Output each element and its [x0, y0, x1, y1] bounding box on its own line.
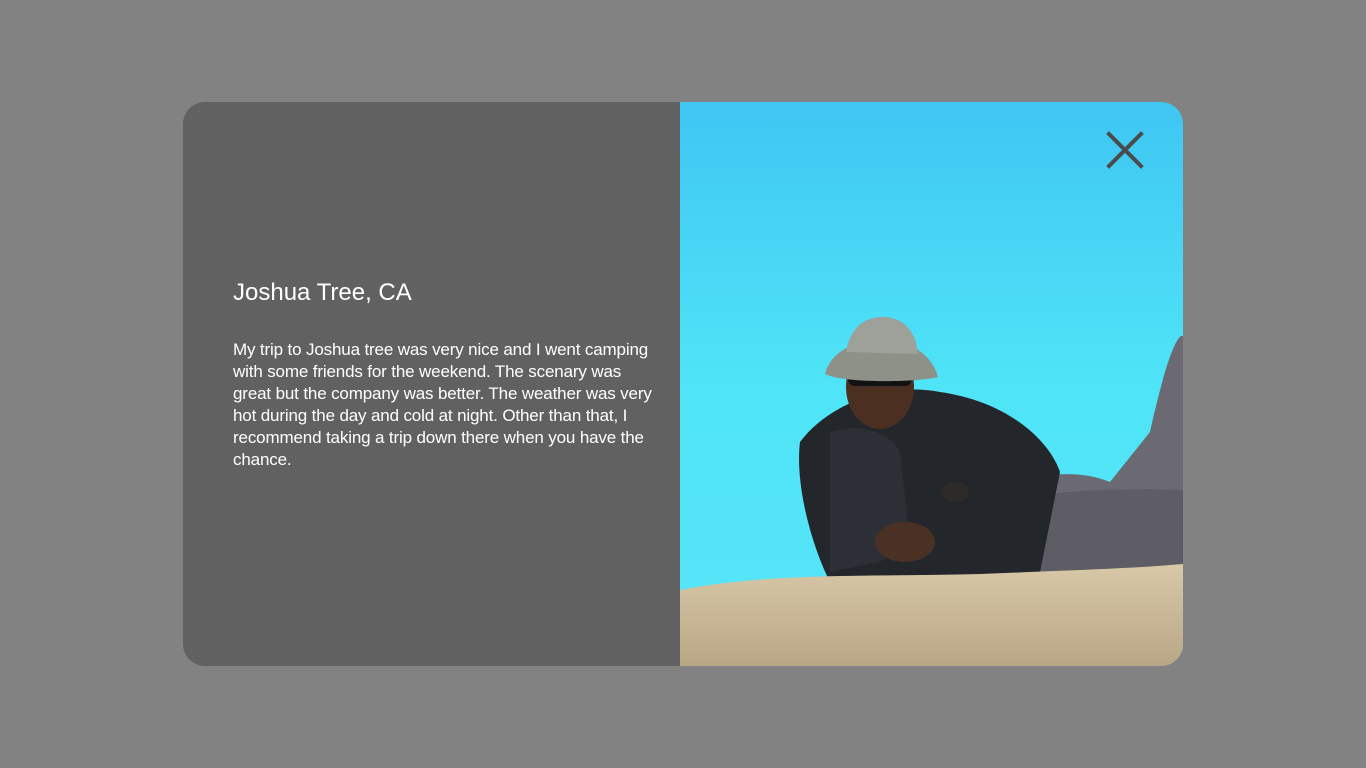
close-button[interactable] — [1105, 130, 1153, 178]
modal-text-panel: Joshua Tree, CA My trip to Joshua tree w… — [183, 102, 680, 666]
modal-title: Joshua Tree, CA — [233, 279, 412, 306]
photo-modal: Joshua Tree, CA My trip to Joshua tree w… — [183, 102, 1183, 666]
photo-illustration — [680, 317, 1183, 666]
modal-photo — [680, 102, 1183, 666]
close-icon — [1106, 131, 1144, 169]
modal-description: My trip to Joshua tree was very nice and… — [233, 340, 652, 469]
